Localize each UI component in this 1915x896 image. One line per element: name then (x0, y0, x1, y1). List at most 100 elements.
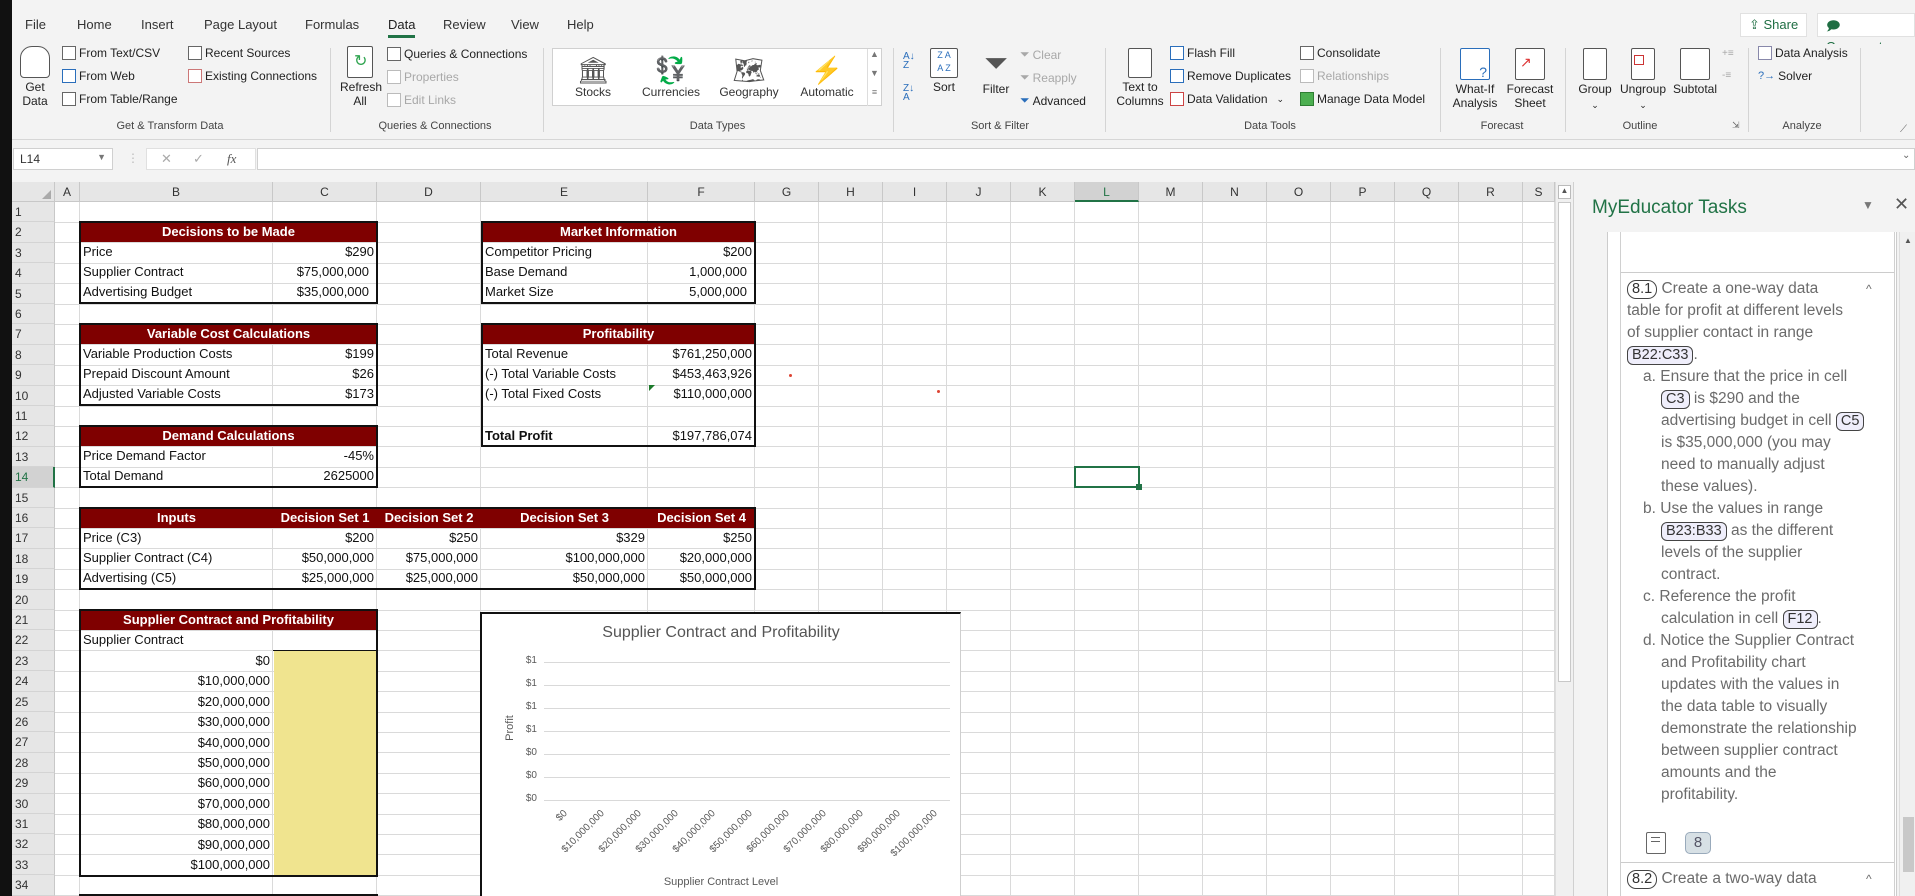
row-header-20[interactable]: 20 (12, 589, 55, 610)
task-pane-scroll-thumb[interactable] (1903, 817, 1914, 872)
cell-ref-f12[interactable]: F12 (1782, 610, 1818, 629)
variable-cost-label[interactable]: Variable Production Costs (80, 344, 273, 364)
task-8-1-heading[interactable]: 8.1 Create a one-way data (1627, 278, 1818, 300)
row-header-21[interactable]: 21 (12, 610, 55, 631)
task-pane-options[interactable]: ▼ (1862, 198, 1874, 212)
row-header-10[interactable]: 10 (12, 385, 55, 406)
row-header-17[interactable]: 17 (12, 528, 55, 549)
market-value[interactable]: $200 (648, 242, 755, 262)
column-header-c[interactable]: C (273, 182, 377, 202)
decision-label[interactable]: Price (80, 242, 273, 262)
gallery-scroll-up[interactable]: ▲ (867, 49, 881, 68)
worksheet-grid[interactable]: ABCDEFGHIJKLMNOPQRS 1 2 3 4 5 6 7 8 9 10 11 12 13 14 1… (0, 182, 1555, 896)
decision-label[interactable]: Supplier Contract (80, 262, 273, 282)
task-8-2-heading[interactable]: 8.2 Create a two-way data (1627, 868, 1817, 890)
row-header-18[interactable]: 18 (12, 548, 55, 570)
group-button[interactable]: Group ⌄ (1575, 48, 1615, 112)
row-header-28[interactable]: 28 (12, 752, 55, 774)
input-label[interactable]: Price (C3) (80, 528, 273, 548)
row-header-19[interactable]: 19 (12, 569, 55, 590)
solver-button[interactable]: ?→ Solver (1758, 69, 1812, 83)
book-icon[interactable] (1646, 832, 1666, 854)
data-analysis-button[interactable]: Data Analysis (1758, 46, 1848, 60)
row-header-24[interactable]: 24 (12, 671, 55, 692)
insert-function-icon[interactable]: fx (227, 151, 236, 167)
market-label[interactable]: Base Demand (482, 262, 648, 282)
supplier-level[interactable]: $10,000,000 (80, 671, 273, 691)
sheet-vertical-scrollbar[interactable]: ▲ (1555, 182, 1573, 896)
queries-connections-button[interactable]: Queries & Connections (387, 47, 527, 61)
column-header-e[interactable]: E (481, 182, 648, 202)
column-header-g[interactable]: G (755, 182, 819, 202)
demand-value[interactable]: 2625000 (273, 466, 377, 486)
row-header-16[interactable]: 16 (12, 508, 55, 529)
from-web-button[interactable]: From Web (62, 69, 135, 83)
input-value[interactable]: $50,000,000 (273, 548, 377, 568)
input-value[interactable]: $200 (273, 528, 377, 548)
row-header-33[interactable]: 33 (12, 854, 55, 876)
row-header-32[interactable]: 32 (12, 834, 55, 855)
sort-a-z-button[interactable]: A↓ Z (903, 52, 915, 71)
column-header-s[interactable]: S (1523, 182, 1555, 202)
variable-cost-value[interactable]: $26 (273, 364, 377, 384)
get-data-button[interactable]: Get Data (20, 46, 50, 108)
profitability-value[interactable]: $761,250,000 (648, 344, 755, 364)
range-ref-b22-c33[interactable]: B22:C33 (1627, 346, 1694, 365)
data-validation-button[interactable]: Data Validation ⌄ (1170, 92, 1284, 106)
demand-label[interactable]: Total Demand (80, 466, 273, 486)
column-header-l[interactable]: L (1075, 182, 1139, 202)
variable-cost-label[interactable]: Prepaid Discount Amount (80, 364, 273, 384)
input-value[interactable]: $25,000,000 (273, 568, 377, 588)
stocks-button[interactable]: 🏛 Stocks (557, 55, 629, 99)
supplier-level[interactable]: $60,000,000 (80, 773, 273, 793)
sort-button[interactable]: Z AA Z Sort (928, 48, 960, 94)
column-header-p[interactable]: P (1331, 182, 1395, 202)
currencies-button[interactable]: 💱 Currencies (635, 55, 707, 99)
row-header-22[interactable]: 22 (12, 630, 55, 651)
decisions-header[interactable]: Decisions to be Made (80, 222, 377, 242)
from-text-csv-button[interactable]: From Text/CSV (62, 46, 160, 60)
decision-label[interactable]: Advertising Budget (80, 282, 273, 302)
edit-links-button[interactable]: Edit Links (387, 93, 456, 107)
column-header-q[interactable]: Q (1395, 182, 1459, 202)
cell-ref-c3[interactable]: C3 (1661, 390, 1690, 409)
task-pane-scrollbar[interactable]: ▲ (1899, 232, 1915, 896)
supplier-profit-chart[interactable]: Supplier Contract and Profitability Prof… (480, 612, 961, 896)
supplier-level[interactable]: $20,000,000 (80, 692, 273, 712)
column-header-o[interactable]: O (1267, 182, 1331, 202)
row-header-14[interactable]: 14 (12, 467, 55, 488)
forecast-sheet-button[interactable]: ↗ Forecast Sheet (1506, 48, 1554, 110)
supplier-level[interactable]: $80,000,000 (80, 814, 273, 834)
total-profit-label[interactable]: Total Profit (482, 426, 648, 446)
variable-cost-value[interactable]: $173 (273, 384, 377, 404)
existing-connections-button[interactable]: Existing Connections (188, 69, 317, 83)
demand-header[interactable]: Demand Calculations (80, 426, 377, 446)
decision-value[interactable]: $35,000,000 (273, 282, 377, 302)
column-header-j[interactable]: J (947, 182, 1011, 202)
row-header-13[interactable]: 13 (12, 446, 55, 468)
show-detail-button[interactable]: +≡ (1722, 48, 1734, 59)
advanced-filter-button[interactable]: ⏷ Advanced (1020, 93, 1086, 108)
decision-set-header[interactable]: Decision Set 2 (377, 508, 481, 528)
supplier-level[interactable]: $50,000,000 (80, 753, 273, 773)
expand-formula-bar[interactable]: ⌄ (1902, 150, 1910, 161)
input-value[interactable]: $100,000,000 (481, 548, 648, 568)
supplier-level[interactable]: $70,000,000 (80, 794, 273, 814)
supplier-table-header[interactable]: Supplier Contract and Profitability (80, 610, 377, 630)
row-header-30[interactable]: 30 (12, 793, 55, 814)
row-header-1[interactable]: 1 (12, 202, 55, 223)
row-header-23[interactable]: 23 (12, 650, 55, 672)
scroll-up-icon[interactable]: ▲ (1558, 185, 1571, 199)
subtotal-button[interactable]: Subtotal (1670, 48, 1720, 96)
clear-filter-button[interactable]: ⏷ Clear (1020, 47, 1061, 62)
column-header-m[interactable]: M (1139, 182, 1203, 202)
supplier-level[interactable]: $90,000,000 (80, 835, 273, 855)
collapse-task-button[interactable]: ^ (1866, 278, 1872, 300)
column-header-i[interactable]: I (883, 182, 947, 202)
scroll-thumb[interactable] (1558, 202, 1571, 682)
profitability-header[interactable]: Profitability (482, 324, 755, 344)
input-value[interactable]: $50,000,000 (481, 568, 648, 588)
resource-count-badge[interactable]: 8 (1685, 832, 1711, 854)
input-label[interactable]: Supplier Contract (C4) (80, 548, 273, 568)
hide-detail-button[interactable]: -≡ (1722, 70, 1731, 81)
